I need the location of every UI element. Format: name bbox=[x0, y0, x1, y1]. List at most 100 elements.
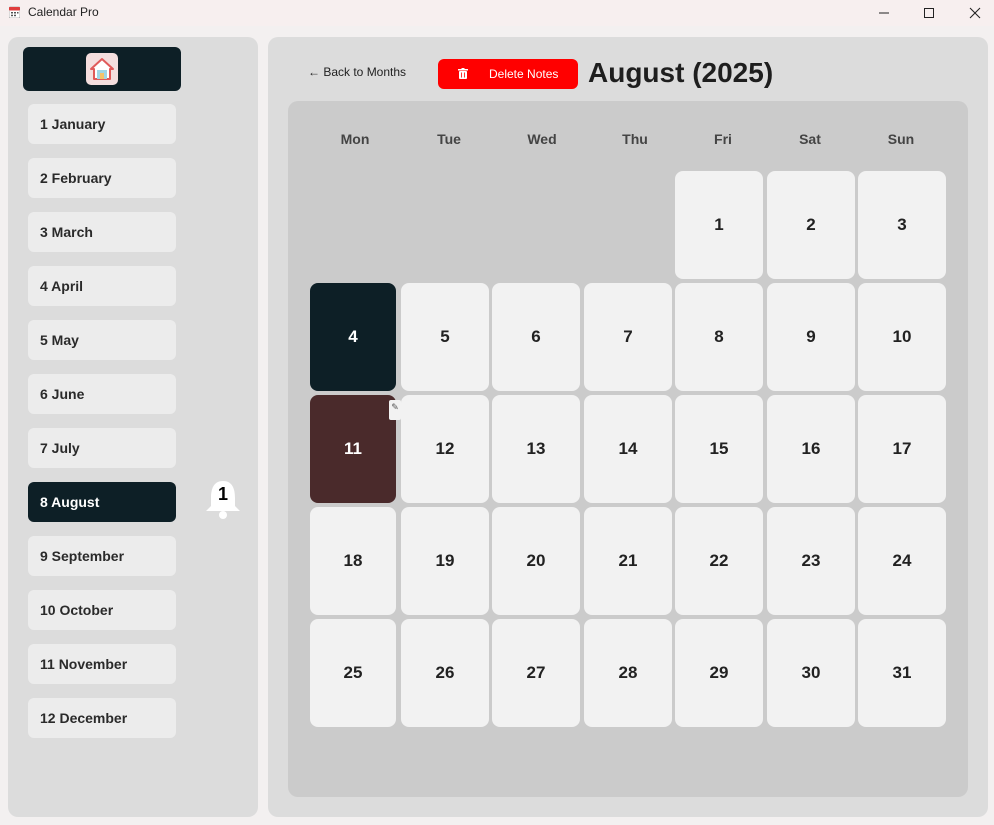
note-icon: ✎ bbox=[389, 400, 401, 420]
weekday-header-sat: Sat bbox=[799, 131, 821, 147]
day-number: 12 bbox=[435, 439, 455, 458]
day-cell-15[interactable]: 15 bbox=[675, 395, 763, 503]
day-number: 28 bbox=[618, 663, 638, 682]
day-number: 19 bbox=[435, 551, 455, 570]
day-number: 31 bbox=[892, 663, 912, 682]
day-cell-22[interactable]: 22 bbox=[675, 507, 763, 615]
day-cell-18[interactable]: 18 bbox=[310, 507, 396, 615]
weekday-header-mon: Mon bbox=[340, 131, 370, 147]
day-number: 20 bbox=[526, 551, 546, 570]
delete-notes-label: Delete Notes bbox=[489, 67, 559, 81]
day-cell-28[interactable]: 28 bbox=[584, 619, 672, 727]
day-cell-6[interactable]: 6 bbox=[492, 283, 580, 391]
house-icon bbox=[90, 58, 114, 80]
day-cell-7[interactable]: 7 bbox=[584, 283, 672, 391]
day-cell-3[interactable]: 3 bbox=[858, 171, 946, 279]
month-button-1[interactable]: 1 January bbox=[28, 104, 176, 144]
day-cell-8[interactable]: 8 bbox=[675, 283, 763, 391]
day-cell-30[interactable]: 30 bbox=[767, 619, 855, 727]
day-number: 16 bbox=[801, 439, 821, 458]
title-bar: Calendar Pro bbox=[0, 0, 994, 26]
sidebar: 1 January 2 February 3 March 4 April 5 M… bbox=[8, 37, 258, 817]
day-cell-14[interactable]: 14 bbox=[584, 395, 672, 503]
month-button-9[interactable]: 9 September bbox=[28, 536, 176, 576]
day-cell-29[interactable]: 29 bbox=[675, 619, 763, 727]
day-cell-23[interactable]: 23 bbox=[767, 507, 855, 615]
day-number: 9 bbox=[806, 327, 816, 346]
day-number: 11 bbox=[344, 439, 362, 458]
day-cell-19[interactable]: 19 bbox=[401, 507, 489, 615]
window-title: Calendar Pro bbox=[28, 5, 99, 19]
day-cell-2[interactable]: 2 bbox=[767, 171, 855, 279]
minimize-icon bbox=[879, 12, 889, 14]
day-cell-26[interactable]: 26 bbox=[401, 619, 489, 727]
day-cell-31[interactable]: 31 bbox=[858, 619, 946, 727]
weekday-header-fri: Fri bbox=[714, 131, 732, 147]
close-icon bbox=[969, 7, 981, 19]
main-panel: ← Back to Months Delete Notes August (20… bbox=[268, 37, 988, 817]
back-to-months-button[interactable]: ← Back to Months bbox=[308, 65, 406, 79]
close-button[interactable] bbox=[952, 0, 994, 26]
month-button-2[interactable]: 2 February bbox=[28, 158, 176, 198]
notification-count: 1 bbox=[217, 484, 228, 504]
minimize-button[interactable] bbox=[861, 0, 907, 26]
day-number: 18 bbox=[343, 551, 363, 570]
home-button[interactable] bbox=[23, 47, 181, 91]
day-cell-4[interactable]: 4 bbox=[310, 283, 396, 391]
notification-bell[interactable]: 1 bbox=[202, 478, 244, 520]
day-number: 7 bbox=[623, 327, 633, 346]
day-number: 29 bbox=[709, 663, 729, 682]
home-icon-box bbox=[86, 53, 118, 85]
day-number: 10 bbox=[892, 327, 912, 346]
day-number: 17 bbox=[892, 439, 912, 458]
day-cell-11[interactable]: 11 ✎ bbox=[310, 395, 401, 503]
maximize-icon bbox=[924, 8, 934, 18]
day-number: 23 bbox=[801, 551, 821, 570]
weekday-header-sun: Sun bbox=[887, 131, 915, 147]
day-cell-21[interactable]: 21 bbox=[584, 507, 672, 615]
day-number: 22 bbox=[709, 551, 729, 570]
maximize-button[interactable] bbox=[906, 0, 952, 26]
day-number: 26 bbox=[435, 663, 455, 682]
weekday-header-thu: Thu bbox=[622, 131, 648, 147]
weekday-header-tue: Tue bbox=[437, 131, 461, 147]
day-number: 1 bbox=[714, 215, 724, 234]
day-number: 6 bbox=[531, 327, 541, 346]
day-number: 8 bbox=[714, 327, 724, 346]
day-number: 5 bbox=[440, 327, 450, 346]
day-cell-16[interactable]: 16 bbox=[767, 395, 855, 503]
month-button-10[interactable]: 10 October bbox=[28, 590, 176, 630]
month-button-7[interactable]: 7 July bbox=[28, 428, 176, 468]
day-cell-5[interactable]: 5 bbox=[401, 283, 489, 391]
day-number: 4 bbox=[348, 327, 358, 346]
day-cell-12[interactable]: 12 bbox=[401, 395, 489, 503]
day-cell-13[interactable]: 13 bbox=[492, 395, 580, 503]
day-cell-27[interactable]: 27 bbox=[492, 619, 580, 727]
day-cell-17[interactable]: 17 bbox=[858, 395, 946, 503]
day-number: 27 bbox=[526, 663, 546, 682]
day-number: 30 bbox=[801, 663, 821, 682]
month-button-5[interactable]: 5 May bbox=[28, 320, 176, 360]
month-button-11[interactable]: 11 November bbox=[28, 644, 176, 684]
day-number: 25 bbox=[343, 663, 363, 682]
month-button-8[interactable]: 8 August bbox=[28, 482, 176, 522]
month-button-12[interactable]: 12 December bbox=[28, 698, 176, 738]
month-button-4[interactable]: 4 April bbox=[28, 266, 176, 306]
day-cell-9[interactable]: 9 bbox=[767, 283, 855, 391]
day-number: 21 bbox=[618, 551, 638, 570]
day-cell-20[interactable]: 20 bbox=[492, 507, 580, 615]
day-cell-1[interactable]: 1 bbox=[675, 171, 763, 279]
delete-notes-button[interactable]: Delete Notes bbox=[438, 59, 578, 89]
day-number: 24 bbox=[892, 551, 912, 570]
day-cell-10[interactable]: 10 bbox=[858, 283, 946, 391]
month-button-3[interactable]: 3 March bbox=[28, 212, 176, 252]
calendar-grid: Mon Tue Wed Thu Fri Sat Sun 1 2 3 4 5 6 7 8 9 10 1… bbox=[288, 101, 968, 797]
calendar-app-icon bbox=[9, 6, 20, 18]
month-button-6[interactable]: 6 June bbox=[28, 374, 176, 414]
month-title: August (2025) bbox=[588, 57, 774, 88]
trash-icon bbox=[458, 68, 468, 79]
day-number: 13 bbox=[526, 439, 546, 458]
day-cell-25[interactable]: 25 bbox=[310, 619, 396, 727]
weekday-header-wed: Wed bbox=[527, 131, 557, 147]
day-cell-24[interactable]: 24 bbox=[858, 507, 946, 615]
